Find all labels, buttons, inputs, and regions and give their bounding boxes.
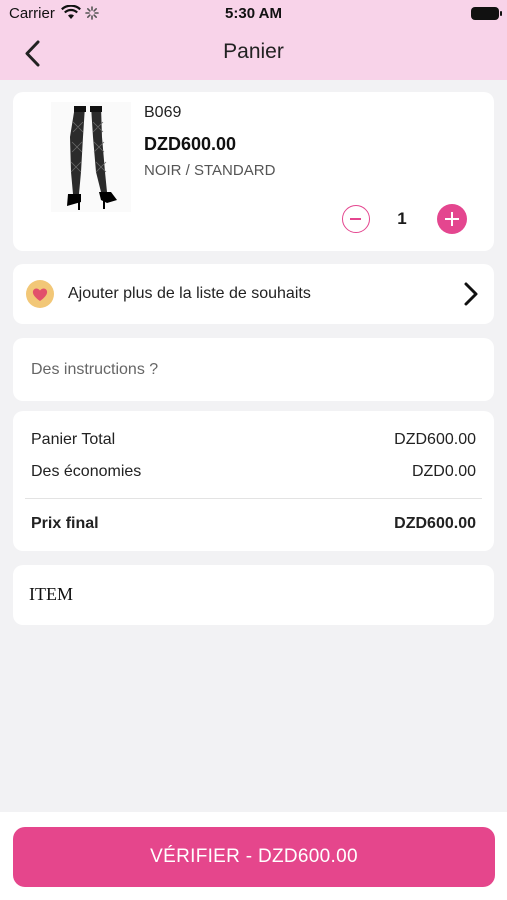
summary-divider [25,498,482,499]
item-label: ITEM [29,584,73,604]
decrease-quantity-button[interactable] [342,205,370,233]
page-title: Panier [223,40,284,63]
order-summary: Panier Total DZD600.00 Des économies DZD… [13,411,494,551]
battery-icon [471,7,502,20]
product-variant: NOIR / STANDARD [144,162,276,179]
nav-bar: Panier [0,28,507,80]
instructions-input[interactable] [19,348,488,391]
chevron-right-icon [464,282,478,306]
cart-total-value: DZD600.00 [394,431,476,448]
bottom-bar: VÉRIFIER - DZD600.00 [0,812,507,900]
final-price-value: DZD600.00 [394,515,476,532]
product-price: DZD600.00 [144,134,237,154]
cart-total-label: Panier Total [31,431,116,448]
heart-icon [26,280,54,308]
quantity-value: 1 [397,209,407,228]
header: Carrier 5:30 AM Panier [0,0,507,80]
savings-value: DZD0.00 [411,463,476,480]
savings-label: Des économies [31,463,142,480]
product-image[interactable] [51,102,131,212]
increase-quantity-button[interactable] [437,204,467,234]
cart-item-card: B069 DZD600.00 NOIR / STANDARD 1 [13,92,494,251]
wishlist-label: Ajouter plus de la liste de souhaits [68,285,311,302]
item-section: ITEM [13,565,494,625]
final-price-label: Prix final [31,515,99,532]
product-sku: B069 [144,104,182,121]
wishlist-row[interactable]: Ajouter plus de la liste de souhaits [13,264,494,324]
instructions-card [13,338,494,401]
status-time: 5:30 AM [225,5,282,22]
checkout-button[interactable]: VÉRIFIER - DZD600.00 [13,827,495,887]
status-bar: Carrier 5:30 AM [0,0,507,28]
